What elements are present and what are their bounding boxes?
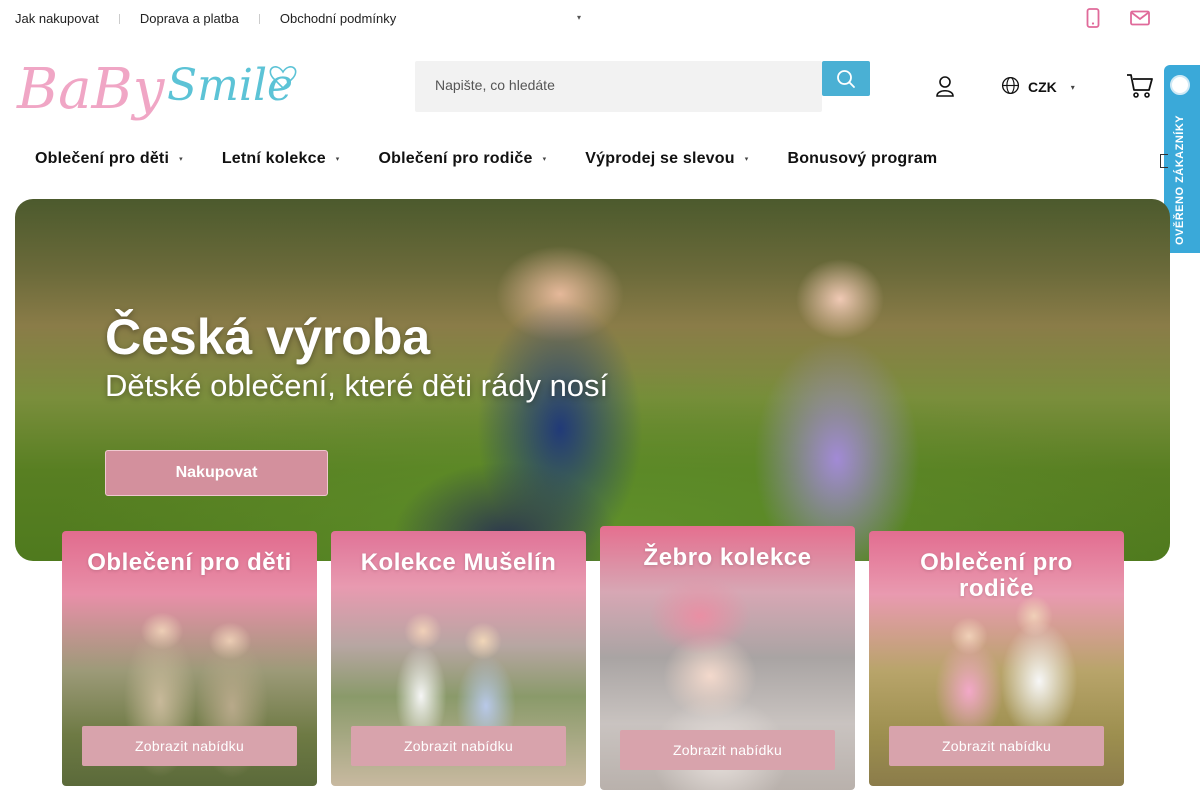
category-card-obleceni-pro-deti[interactable]: Oblečení pro děti Zobrazit nabídku <box>62 531 317 786</box>
main-navigation: Oblečení pro děti ▾ Letní kolekce ▾ Oble… <box>35 150 976 168</box>
nav-item-label: Letní kolekce <box>221 150 326 167</box>
link-jak-nakupovat[interactable]: Jak nakupovat <box>15 11 99 26</box>
category-card-kolekce-muselin[interactable]: Kolekce Mušelín Zobrazit nabídku <box>331 531 586 786</box>
nav-item-label: Výprodej se slevou <box>585 150 735 167</box>
user-icon[interactable] <box>934 75 956 102</box>
nav-item-label: Bonusový program <box>787 150 938 167</box>
logo-text-baby: BaBy <box>16 57 166 122</box>
category-card-zebro-kolekce[interactable]: Žebro kolekce Zobrazit nabídku <box>600 526 855 790</box>
chevron-down-icon: ▾ <box>542 156 547 163</box>
search-box <box>415 61 822 112</box>
nav-item-letni-kolekce[interactable]: Letní kolekce ▾ <box>222 150 340 168</box>
currency-label: CZK <box>1028 79 1057 95</box>
divider <box>258 13 260 24</box>
link-obchodni-podminky[interactable]: Obchodní podmínky <box>280 11 396 26</box>
nav-item-obleceni-pro-deti[interactable]: Oblečení pro děti ▾ <box>35 150 183 168</box>
search-input[interactable] <box>435 77 805 93</box>
nav-item-label: Oblečení pro děti <box>35 150 170 167</box>
link-doprava-a-platba[interactable]: Doprava a platba <box>140 11 239 26</box>
category-title: Oblečení pro rodiče <box>920 549 1073 602</box>
utility-links: Jak nakupovat Doprava a platba Obchodní … <box>15 11 396 26</box>
nav-item-obleceni-pro-rodice[interactable]: Oblečení pro rodiče ▾ <box>379 150 547 168</box>
chevron-down-icon: ▾ <box>335 156 340 163</box>
cart-icon[interactable] <box>1126 73 1154 104</box>
hero-subtitle: Dětské oblečení, které děti rády nosí <box>105 368 609 403</box>
nav-more-icon[interactable] <box>1160 154 1168 168</box>
nav-item-vyprodej[interactable]: Výprodej se slevou ▾ <box>585 150 748 168</box>
chevron-down-icon: ▾ <box>179 156 183 163</box>
mail-icon[interactable] <box>1130 10 1150 31</box>
category-title: Oblečení pro děti <box>87 549 292 576</box>
badge-seal-icon <box>1170 75 1190 95</box>
search-icon <box>837 69 855 88</box>
divider <box>118 13 120 24</box>
category-title: Kolekce Mušelín <box>360 549 557 576</box>
phone-icon[interactable] <box>1085 8 1101 33</box>
category-show-offer-button[interactable]: Zobrazit nabídku <box>82 726 297 766</box>
globe-icon <box>1001 76 1020 98</box>
category-show-offer-button[interactable]: Zobrazit nabídku <box>620 730 835 770</box>
chevron-down-icon: ▾ <box>1070 82 1075 92</box>
category-title: Žebro kolekce <box>643 544 812 571</box>
chevron-down-icon: ▾ <box>744 156 749 163</box>
category-card-obleceni-pro-rodice[interactable]: Oblečení pro rodiče Zobrazit nabídku <box>869 531 1124 786</box>
nav-item-bonusovy-program[interactable]: Bonusový program <box>787 150 937 168</box>
category-show-offer-button[interactable]: Zobrazit nabídku <box>889 726 1104 766</box>
top-utility-bar: Jak nakupovat Doprava a platba Obchodní … <box>0 0 1200 36</box>
search-button[interactable] <box>822 61 870 96</box>
more-links-chevron-icon[interactable]: ▾ <box>577 13 581 22</box>
hero-shop-button[interactable]: Nakupovat <box>105 450 328 496</box>
hero-title: Česká výroba <box>105 309 431 365</box>
brand-logo[interactable]: BaBy Smile <box>15 50 305 124</box>
nav-item-label: Oblečení pro rodiče <box>378 150 533 167</box>
category-show-offer-button[interactable]: Zobrazit nabídku <box>351 726 566 766</box>
badge-label: OVĚŘENO ZÁKAZNÍKY <box>1174 114 1186 245</box>
currency-selector[interactable]: CZK ▾ <box>1001 76 1075 98</box>
